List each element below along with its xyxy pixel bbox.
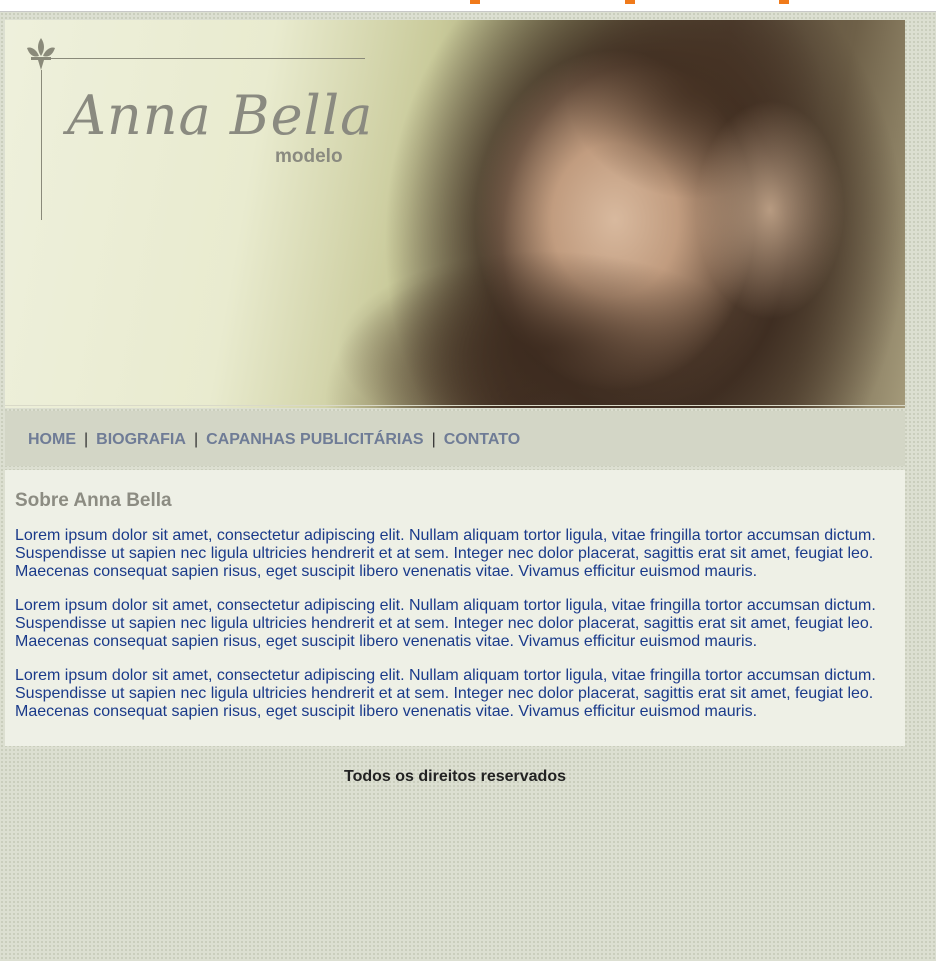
nav-list: HOME | BIOGRAFIA | CAPANHAS PUBLICITÁRIAS | CO…: [28, 431, 520, 449]
nav-separator: |: [431, 431, 436, 448]
rss-icon[interactable]: [779, 0, 789, 4]
banner-photo-hair: [335, 250, 755, 408]
rss-icon[interactable]: [470, 0, 480, 4]
content-paragraph: Lorem ipsum dolor sit amet, consectetur …: [15, 667, 876, 720]
logo-subtitle: modelo: [275, 146, 343, 167]
nav-link-campanhas[interactable]: CAPANHAS PUBLICITÁRIAS: [206, 431, 423, 448]
banner-divider: [5, 405, 905, 406]
footer-copyright: Todos os direitos reservados: [344, 768, 566, 785]
header-banner: Anna Bella modelo: [5, 20, 905, 408]
nav-separator: |: [84, 431, 89, 448]
fleur-de-lis-icon: [27, 38, 55, 70]
banner-photo-hand: [695, 100, 845, 320]
logo-name: Anna Bella: [67, 84, 374, 147]
content-paragraph: Lorem ipsum dolor sit amet, consectetur …: [15, 597, 876, 650]
logo-frame-line: [41, 70, 42, 220]
nav-separator: |: [193, 431, 199, 448]
browser-bookmarks-bar: [0, 0, 936, 12]
nav-item-contato: CONTATO: [444, 431, 520, 448]
logo-frame-line: [41, 58, 365, 59]
content-paragraph: Lorem ipsum dolor sit amet, consectetur …: [15, 527, 876, 580]
page-title: Sobre Anna Bella: [15, 490, 172, 511]
nav-item-biografia: BIOGRAFIA: [96, 431, 186, 448]
nav-item-campanhas: CAPANHAS PUBLICITÁRIAS: [206, 431, 423, 448]
main-content: Sobre Anna Bella Lorem ipsum dolor sit a…: [5, 470, 905, 746]
nav-item-home: HOME: [28, 431, 76, 448]
main-navigation: HOME | BIOGRAFIA | CAPANHAS PUBLICITÁRIAS | CO…: [5, 411, 905, 466]
rss-icon[interactable]: [625, 0, 635, 4]
nav-link-contato[interactable]: CONTATO: [444, 431, 520, 448]
nav-link-biografia[interactable]: BIOGRAFIA: [96, 431, 186, 448]
nav-link-home[interactable]: HOME: [28, 431, 76, 448]
